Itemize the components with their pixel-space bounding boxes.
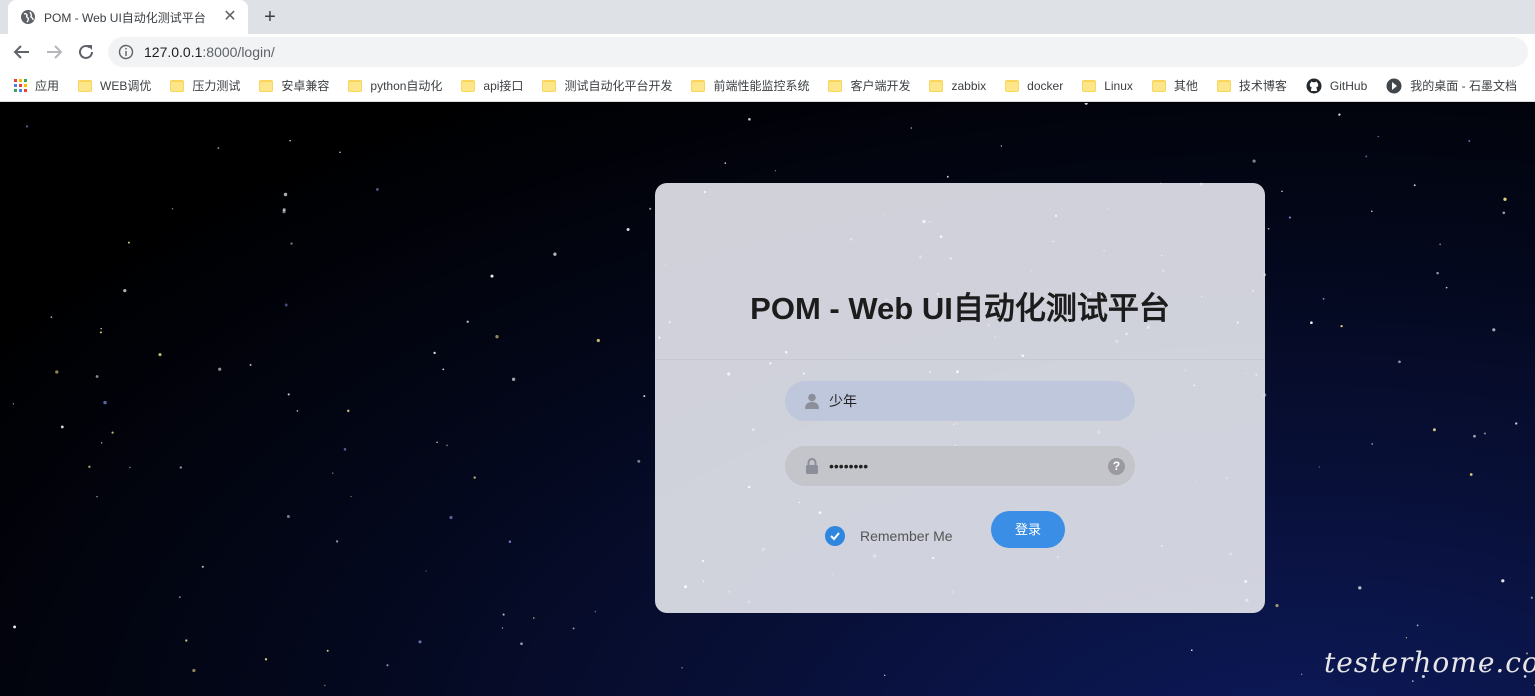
folder-icon	[1082, 79, 1097, 92]
folder-icon	[542, 79, 557, 92]
browser-tab[interactable]: POM - Web UI自动化测试平台 ✕	[8, 0, 248, 34]
tab-strip: POM - Web UI自动化测试平台 ✕ +	[0, 0, 1535, 34]
bookmark-label: 测试自动化平台开发	[564, 79, 673, 93]
bookmark-item[interactable]: 前端性能监控系统	[691, 77, 809, 94]
bookmark-item[interactable]: WEB调优	[78, 77, 151, 94]
lock-icon	[806, 458, 818, 474]
bookmark-label: 其他	[1173, 79, 1198, 93]
bookmark-label: 客户端开发	[850, 79, 911, 93]
tab-title: POM - Web UI自动化测试平台	[44, 10, 206, 25]
bookmark-item[interactable]: python自动化	[348, 77, 442, 94]
bookmark-label: WEB调优	[100, 79, 152, 93]
remember-me-checkbox[interactable]: Remember Me	[825, 526, 953, 546]
bookmark-item[interactable]: api接口	[461, 77, 523, 94]
bookmark-item[interactable]: 我的桌面 - 石墨文档	[1386, 77, 1517, 94]
bookmark-item[interactable]: Linux	[1082, 79, 1133, 93]
back-button[interactable]	[10, 40, 34, 64]
browser-toolbar: 127.0.0.1:8000/login/	[0, 34, 1535, 70]
bookmark-item[interactable]: 应用	[14, 77, 59, 94]
url-path: :8000/login/	[202, 44, 275, 60]
help-icon[interactable]: ?	[1108, 458, 1125, 475]
bookmark-item[interactable]: zabbix	[929, 79, 986, 93]
bookmark-item[interactable]: 压力测试	[170, 77, 240, 94]
reload-button[interactable]	[74, 40, 98, 64]
watermark-text: testerhome.com	[1324, 646, 1535, 679]
bookmark-label: api接口	[483, 79, 524, 93]
folder-icon	[170, 79, 185, 92]
folder-icon	[1151, 79, 1166, 92]
title-divider	[655, 359, 1265, 360]
bookmark-item[interactable]: 其他	[1151, 77, 1198, 94]
folder-icon	[1216, 79, 1231, 92]
new-tab-button[interactable]: +	[258, 5, 282, 29]
address-bar[interactable]: 127.0.0.1:8000/login/	[108, 37, 1528, 67]
globe-icon	[21, 10, 35, 24]
tab-close-button[interactable]: ✕	[222, 9, 238, 25]
forward-arrow-icon	[47, 45, 63, 59]
password-field[interactable]: ?	[785, 446, 1135, 486]
bookmark-label: 压力测试	[192, 79, 241, 93]
bookmark-item[interactable]: 安卓兼容	[259, 77, 329, 94]
bookmark-label: 应用	[35, 79, 60, 93]
bookmark-label: Linux	[1104, 78, 1133, 93]
password-input[interactable]	[829, 458, 1099, 474]
folder-icon	[828, 79, 843, 92]
reload-icon	[79, 44, 93, 59]
url-host: 127.0.0.1	[144, 44, 203, 60]
bookmark-item[interactable]: 测试自动化平台开发	[542, 77, 672, 94]
checkmark-icon[interactable]	[825, 526, 845, 546]
login-card: POM - Web UI自动化测试平台 ? Remember Me	[655, 183, 1265, 613]
page-title: POM - Web UI自动化测试平台	[750, 291, 1170, 326]
remember-me-label: Remember Me	[860, 528, 953, 544]
github-icon	[1306, 78, 1322, 93]
folder-icon	[1005, 79, 1020, 92]
folder-icon	[461, 79, 476, 92]
check-glyph	[830, 532, 840, 541]
bookmark-label: GitHub	[1329, 78, 1368, 93]
bookmark-item[interactable]: GitHub	[1306, 78, 1367, 94]
folder-icon	[259, 79, 274, 92]
user-icon	[805, 393, 819, 409]
folder-icon	[691, 79, 706, 92]
username-field[interactable]	[785, 381, 1135, 421]
bookmark-label: docker	[1027, 78, 1064, 93]
bookmark-label: python自动化	[370, 79, 443, 93]
bookmark-label: 前端性能监控系统	[713, 79, 810, 93]
bookmark-label: 我的桌面 - 石墨文档	[1410, 79, 1517, 93]
back-arrow-icon	[13, 45, 29, 59]
folder-icon	[348, 79, 363, 92]
bookmark-label: zabbix	[951, 78, 987, 93]
username-input[interactable]	[829, 393, 1099, 409]
apps-icon	[14, 79, 27, 92]
bookmark-item[interactable]: 技术博客	[1216, 77, 1287, 94]
forward-button[interactable]	[42, 40, 66, 64]
bookmarks-bar: 应用 WEB调优 压力测试 安卓兼容 python自动化 api接口 测试自动化平台开发 前端…	[0, 70, 1535, 102]
folder-icon	[929, 79, 944, 92]
login-button[interactable]: 登录	[991, 511, 1065, 548]
info-icon[interactable]	[118, 44, 134, 60]
bookmark-item[interactable]: 客户端开发	[828, 77, 910, 94]
bookmark-label: 技术博客	[1238, 79, 1287, 93]
folder-icon	[78, 79, 93, 92]
bookmark-label: 安卓兼容	[281, 79, 330, 93]
shimo-icon	[1386, 78, 1402, 93]
url-text: 127.0.0.1:8000/login/	[144, 44, 275, 60]
login-page: POM - Web UI自动化测试平台 ? Remember Me	[0, 103, 1535, 696]
bookmark-item[interactable]: docker	[1005, 79, 1063, 93]
